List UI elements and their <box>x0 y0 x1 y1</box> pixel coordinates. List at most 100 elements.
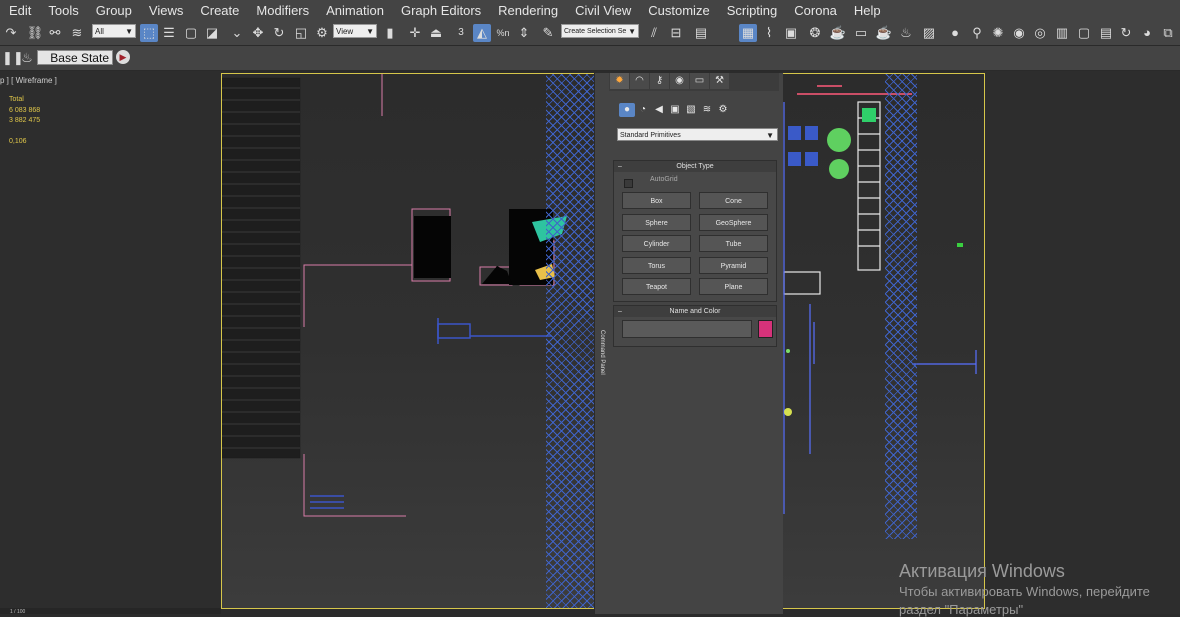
menu-civil-view[interactable]: Civil View <box>566 0 639 21</box>
interactive-icon[interactable]: ▢ <box>1075 24 1093 42</box>
unlink-icon[interactable]: ⚯ <box>46 24 64 42</box>
pivot-icon[interactable]: ▮ <box>381 24 399 42</box>
menu-tools[interactable]: Tools <box>39 0 86 21</box>
menu-views[interactable]: Views <box>140 0 191 21</box>
named-selection-dropdown[interactable]: Create Selection Se ▼ <box>561 24 639 38</box>
render-iterative-icon[interactable]: ▨ <box>920 24 938 42</box>
geometry-icon[interactable]: ● <box>619 103 635 117</box>
list-icon[interactable]: ▥ <box>1053 24 1071 42</box>
sun-icon[interactable]: ✺ <box>989 24 1007 42</box>
select-object-icon[interactable]: ⬚ <box>140 24 158 42</box>
move-icon[interactable]: ✥ <box>249 24 267 42</box>
object-type-title[interactable]: – Object Type <box>614 161 776 172</box>
rect-region-icon[interactable]: ▢ <box>182 24 200 42</box>
viewport-label[interactable]: p ] [ Wireframe ] <box>0 76 57 85</box>
display-tab-icon[interactable]: ▭ <box>690 73 709 89</box>
hatched-wall-left <box>546 74 596 608</box>
hierarchy-tab-icon[interactable]: ⚷ <box>650 73 669 89</box>
select-manipulate-icon[interactable]: ✛ <box>406 24 424 42</box>
percent-snap-icon[interactable]: %n <box>494 24 512 42</box>
cylinder-button[interactable]: Cylinder <box>622 235 691 252</box>
systems-icon[interactable]: ⚙ <box>715 103 731 117</box>
play-icon[interactable]: ▶ <box>116 50 130 64</box>
frame-buffer-icon[interactable]: ▤ <box>1097 24 1115 42</box>
menu-animation[interactable]: Animation <box>317 0 392 21</box>
window-crossing-icon[interactable]: ◪ <box>203 24 221 42</box>
place-icon[interactable]: ⚙ <box>313 24 331 42</box>
menu-customize[interactable]: Customize <box>639 0 717 21</box>
refresh-icon[interactable]: ↻ <box>1117 24 1135 42</box>
align-icon[interactable]: ⊟ <box>667 24 685 42</box>
cameras-icon[interactable]: ▣ <box>667 103 683 117</box>
activation-watermark-text-2: раздел "Параметры" <box>899 602 1024 617</box>
teapot-state-icon[interactable]: ♨ <box>18 49 36 67</box>
teapot-icon[interactable]: ♨ <box>897 24 915 42</box>
material-editor-icon[interactable]: ❂ <box>806 24 824 42</box>
layers-icon[interactable]: ▤ <box>692 24 710 42</box>
object-name-field[interactable] <box>622 320 752 338</box>
tube-button[interactable]: Tube <box>699 235 768 252</box>
cone-button[interactable]: Cone <box>699 192 768 209</box>
undo-icon[interactable]: ↷ <box>2 24 20 42</box>
mirror-icon[interactable]: ⫽ <box>645 24 663 42</box>
edit-named-selection-icon[interactable]: ✎ <box>539 24 557 42</box>
motion-tab-icon[interactable]: ◉ <box>670 73 689 89</box>
torus-button[interactable]: Torus <box>622 257 691 274</box>
menu-create[interactable]: Create <box>191 0 247 21</box>
helpers-icon[interactable]: ▧ <box>683 103 699 117</box>
pyramid-button[interactable]: Pyramid <box>699 257 768 274</box>
teapot-button[interactable]: Teapot <box>622 278 691 295</box>
menu-modifiers[interactable]: Modifiers <box>247 0 317 21</box>
space-warps-icon[interactable]: ≋ <box>699 103 715 117</box>
box-button[interactable]: Box <box>622 192 691 209</box>
sphere-button[interactable]: Sphere <box>622 214 691 231</box>
light-icon[interactable]: ⚲ <box>968 24 986 42</box>
autogrid-checkbox[interactable] <box>624 179 633 188</box>
render-frame-icon[interactable]: ▭ <box>852 24 870 42</box>
menu-group[interactable]: Group <box>87 0 140 21</box>
main-toolbar: ↷ ⛓ ⚯ ≋ All ▼ ⬚ ☰ ▢ ◪ ⌄ ✥ ↻ ◱ ⚙ View ▼ ▮ ✛… <box>0 21 1180 46</box>
chevron-down-icon[interactable]: ⌄ <box>228 24 246 42</box>
curve-editor-icon[interactable]: ⌇ <box>760 24 778 42</box>
scale-icon[interactable]: ◱ <box>292 24 310 42</box>
menu-help[interactable]: Help <box>845 0 889 21</box>
menu-rendering[interactable]: Rendering <box>489 0 566 21</box>
base-state-field[interactable]: Base State <box>37 50 113 65</box>
menu-scripting[interactable]: Scripting <box>718 0 786 21</box>
globe-icon[interactable]: ◕ <box>1138 24 1156 42</box>
render-icon[interactable]: ☕ <box>875 24 893 42</box>
autogrid-option[interactable]: AutoGrid <box>624 176 678 188</box>
reference-coord-dropdown[interactable]: View ▼ <box>333 24 377 38</box>
keyboard-shortcut-icon[interactable]: ⏏ <box>427 24 445 42</box>
snaps-icon[interactable]: 3 <box>452 24 470 42</box>
menu-edit[interactable]: Edit <box>0 0 39 21</box>
menu-corona[interactable]: Corona <box>785 0 845 21</box>
bind-space-warp-icon[interactable]: ≋ <box>68 24 86 42</box>
name-color-title[interactable]: – Name and Color <box>614 306 776 317</box>
render-setup-icon[interactable]: ☕ <box>829 24 847 42</box>
utilities-tab-icon[interactable]: ⚒ <box>710 73 729 89</box>
modify-tab-icon[interactable]: ◠ <box>630 73 649 89</box>
left-viewport-area: p ] [ Wireframe ] Total 6 083 868 3 882 … <box>0 71 221 614</box>
camera-icon[interactable]: ◉ <box>1010 24 1028 42</box>
geosphere-button[interactable]: GeoSphere <box>699 214 768 231</box>
right-viewport-area <box>985 71 1180 614</box>
plane-button[interactable]: Plane <box>699 278 768 295</box>
select-by-name-icon[interactable]: ☰ <box>160 24 178 42</box>
spinner-snap-icon[interactable]: ⇕ <box>515 24 533 42</box>
menu-graph-editors[interactable]: Graph Editors <box>392 0 489 21</box>
proxy-icon[interactable]: ◎ <box>1031 24 1049 42</box>
angle-snap-icon[interactable]: ◭ <box>473 24 491 42</box>
corona-icon[interactable]: ● <box>946 24 964 42</box>
selection-filter-dropdown[interactable]: All ▼ <box>92 24 136 38</box>
create-tab-icon[interactable]: ✹ <box>610 73 629 89</box>
primitive-type-dropdown[interactable]: Standard Primitives ▼ <box>617 128 778 141</box>
rotate-icon[interactable]: ↻ <box>270 24 288 42</box>
shapes-icon[interactable]: ◔ <box>635 103 651 117</box>
lights-icon[interactable]: ◀ <box>651 103 667 117</box>
link-icon[interactable]: ⛓ <box>26 24 44 42</box>
window-icon[interactable]: ⧉ <box>1159 24 1177 42</box>
scene-explorer-icon[interactable]: ▦ <box>739 24 757 42</box>
object-color-swatch[interactable] <box>758 320 773 338</box>
schematic-icon[interactable]: ▣ <box>782 24 800 42</box>
